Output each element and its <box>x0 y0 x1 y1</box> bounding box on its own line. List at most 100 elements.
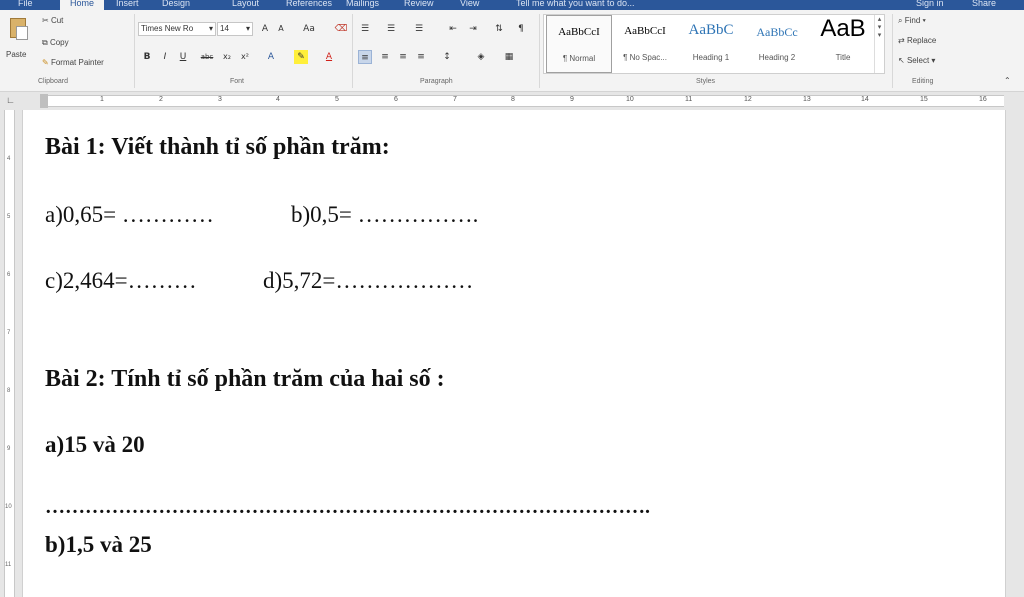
font-size-select[interactable]: 14 ▾ <box>217 22 253 36</box>
replace-label: Replace <box>906 36 937 45</box>
superscript-icon[interactable]: x² <box>238 50 252 64</box>
grow-font-icon[interactable]: A <box>258 22 272 36</box>
ruler-mark: 11 <box>685 96 693 103</box>
decrease-indent-icon[interactable]: ⇤ <box>446 22 460 36</box>
find-button[interactable]: ⌕ Find ▾ <box>898 16 926 26</box>
ruler-mark: 11 <box>5 562 12 568</box>
pilcrow-icon[interactable]: ¶ <box>514 22 528 36</box>
shrink-font-icon[interactable]: A <box>274 22 288 36</box>
change-case-icon[interactable]: Aa <box>298 22 320 36</box>
style-preview: AaBbC <box>688 22 734 38</box>
align-right-icon[interactable]: ≡ <box>396 50 410 64</box>
clipboard-group-label: Clipboard <box>38 78 68 85</box>
style-name: Title <box>835 53 851 62</box>
subscript-icon[interactable]: x₂ <box>220 50 234 64</box>
ruler-mark: 4 <box>7 156 11 162</box>
increase-indent-icon[interactable]: ⇥ <box>466 22 480 36</box>
style-heading-2[interactable]: AaBbCc Heading 2 <box>744 15 810 73</box>
chevron-down-icon: ▾ <box>208 24 213 33</box>
ruler-mark: 8 <box>7 388 11 394</box>
tell-me-box[interactable]: Tell me what you want to do... <box>516 0 635 10</box>
select-label: Select <box>906 56 930 65</box>
align-center-icon[interactable]: ≡ <box>378 50 392 64</box>
replace-button[interactable]: ⇄ Replace <box>898 36 936 45</box>
exercise-2-title: Bài 2: Tính tỉ số phần trăm của hai số : <box>45 366 445 392</box>
numbering-icon[interactable]: ☰ <box>384 22 398 36</box>
ruler-mark: 3 <box>218 96 222 103</box>
highlight-icon[interactable]: ✎ <box>294 50 308 64</box>
document-page[interactable]: Bài 1: Viết thành tỉ số phần trăm: a)0,6… <box>22 110 1006 597</box>
style-normal[interactable]: AaBbCcI ¶ Normal <box>546 15 612 73</box>
exercise-1-item-c: c)2,464=……… <box>45 268 197 293</box>
chevron-down-icon: ▾ <box>245 24 250 33</box>
styles-scroll[interactable]: ▴ ▾ ▾ <box>874 15 884 73</box>
paste-doc-icon <box>16 26 28 40</box>
tab-selector-icon[interactable]: ∟ <box>6 95 15 105</box>
tab-design[interactable]: Design <box>162 0 190 10</box>
exercise-2-item-b: b)1,5 và 25 <box>45 532 152 557</box>
tab-layout[interactable]: Layout <box>232 0 259 10</box>
exercise-1-item-a: a)0,65= ………… <box>45 202 214 227</box>
tab-references[interactable]: References <box>286 0 332 10</box>
clear-format-icon[interactable]: ⌫ <box>334 22 348 36</box>
font-name-value: Times New Ro <box>141 24 194 33</box>
shading-icon[interactable]: ◈ <box>474 50 488 64</box>
ruler-mark: 13 <box>803 96 811 103</box>
style-heading-1[interactable]: AaBbC Heading 1 <box>678 15 744 73</box>
horizontal-ruler[interactable]: ∟ 1 2 3 4 5 6 7 8 9 10 11 12 13 14 15 16 <box>0 92 1024 110</box>
copy-button[interactable]: ⧉ Copy <box>42 38 69 48</box>
ruler-mark: 14 <box>861 96 869 103</box>
cut-label: Cut <box>50 16 64 25</box>
separator <box>352 14 353 88</box>
borders-icon[interactable]: ▦ <box>502 50 516 64</box>
style-name: ¶ No Spac... <box>623 53 667 62</box>
find-label: Find <box>904 16 921 25</box>
ruler-mark: 8 <box>511 96 515 103</box>
paste-button[interactable]: Paste <box>4 14 32 72</box>
text-effects-icon[interactable]: A <box>264 50 278 64</box>
copy-label: Copy <box>49 38 69 47</box>
vertical-scrollbar[interactable] <box>1006 110 1024 597</box>
cut-button[interactable]: ✂ Cut <box>42 16 63 25</box>
tab-mailings[interactable]: Mailings <box>346 0 379 10</box>
cursor-icon: ↖ <box>898 56 907 65</box>
tab-insert[interactable]: Insert <box>116 0 139 10</box>
strikethrough-icon[interactable]: abc <box>200 50 214 64</box>
ruler-mark: 1 <box>100 96 104 103</box>
ribbon: Paste ✂ Cut ⧉ Copy ✎ Format Painter Clip… <box>0 10 1024 92</box>
multilevel-list-icon[interactable]: ☰ <box>412 22 426 36</box>
sort-icon[interactable]: ⇅ <box>492 22 506 36</box>
ruler-mark: 10 <box>626 96 634 103</box>
line-spacing-icon[interactable]: ↕ <box>440 50 454 64</box>
italic-icon[interactable]: I <box>158 50 172 64</box>
ruler-mark: 15 <box>920 96 928 103</box>
underline-icon[interactable]: U <box>176 50 190 64</box>
exercise-1-title: Bài 1: Viết thành tỉ số phần trăm: <box>45 134 390 160</box>
justify-icon[interactable]: ≡ <box>414 50 428 64</box>
style-preview: AaB <box>820 15 866 42</box>
brush-icon: ✎ <box>42 58 51 67</box>
signin-link[interactable]: Sign in <box>916 0 944 10</box>
tab-file[interactable]: File <box>18 0 33 10</box>
font-color-icon[interactable]: A <box>322 50 336 64</box>
select-button[interactable]: ↖ Select ▾ <box>898 56 935 65</box>
bold-icon[interactable]: B <box>140 50 154 64</box>
style-title[interactable]: AaB Title <box>810 15 876 73</box>
separator <box>134 14 135 88</box>
indent-marker[interactable] <box>40 94 48 108</box>
font-name-select[interactable]: Times New Ro ▾ <box>138 22 216 36</box>
format-painter-button[interactable]: ✎ Format Painter <box>42 58 104 67</box>
exercise-2-item-a: a)15 và 20 <box>45 432 145 457</box>
style-preview: AaBbCc <box>756 25 798 39</box>
ruler-mark: 4 <box>276 96 280 103</box>
style-name: ¶ Normal <box>562 54 596 63</box>
tab-home[interactable]: Home <box>60 0 105 10</box>
bullets-icon[interactable]: ☰ <box>358 22 372 36</box>
share-button[interactable]: Share <box>972 0 996 10</box>
style-no-spacing[interactable]: AaBbCcI ¶ No Spac... <box>612 15 678 73</box>
tab-view[interactable]: View <box>460 0 479 10</box>
align-left-icon[interactable]: ≡ <box>358 50 372 64</box>
collapse-ribbon-icon[interactable]: ⌃ <box>1004 76 1011 85</box>
tab-review[interactable]: Review <box>404 0 434 10</box>
ruler-mark: 2 <box>159 96 163 103</box>
